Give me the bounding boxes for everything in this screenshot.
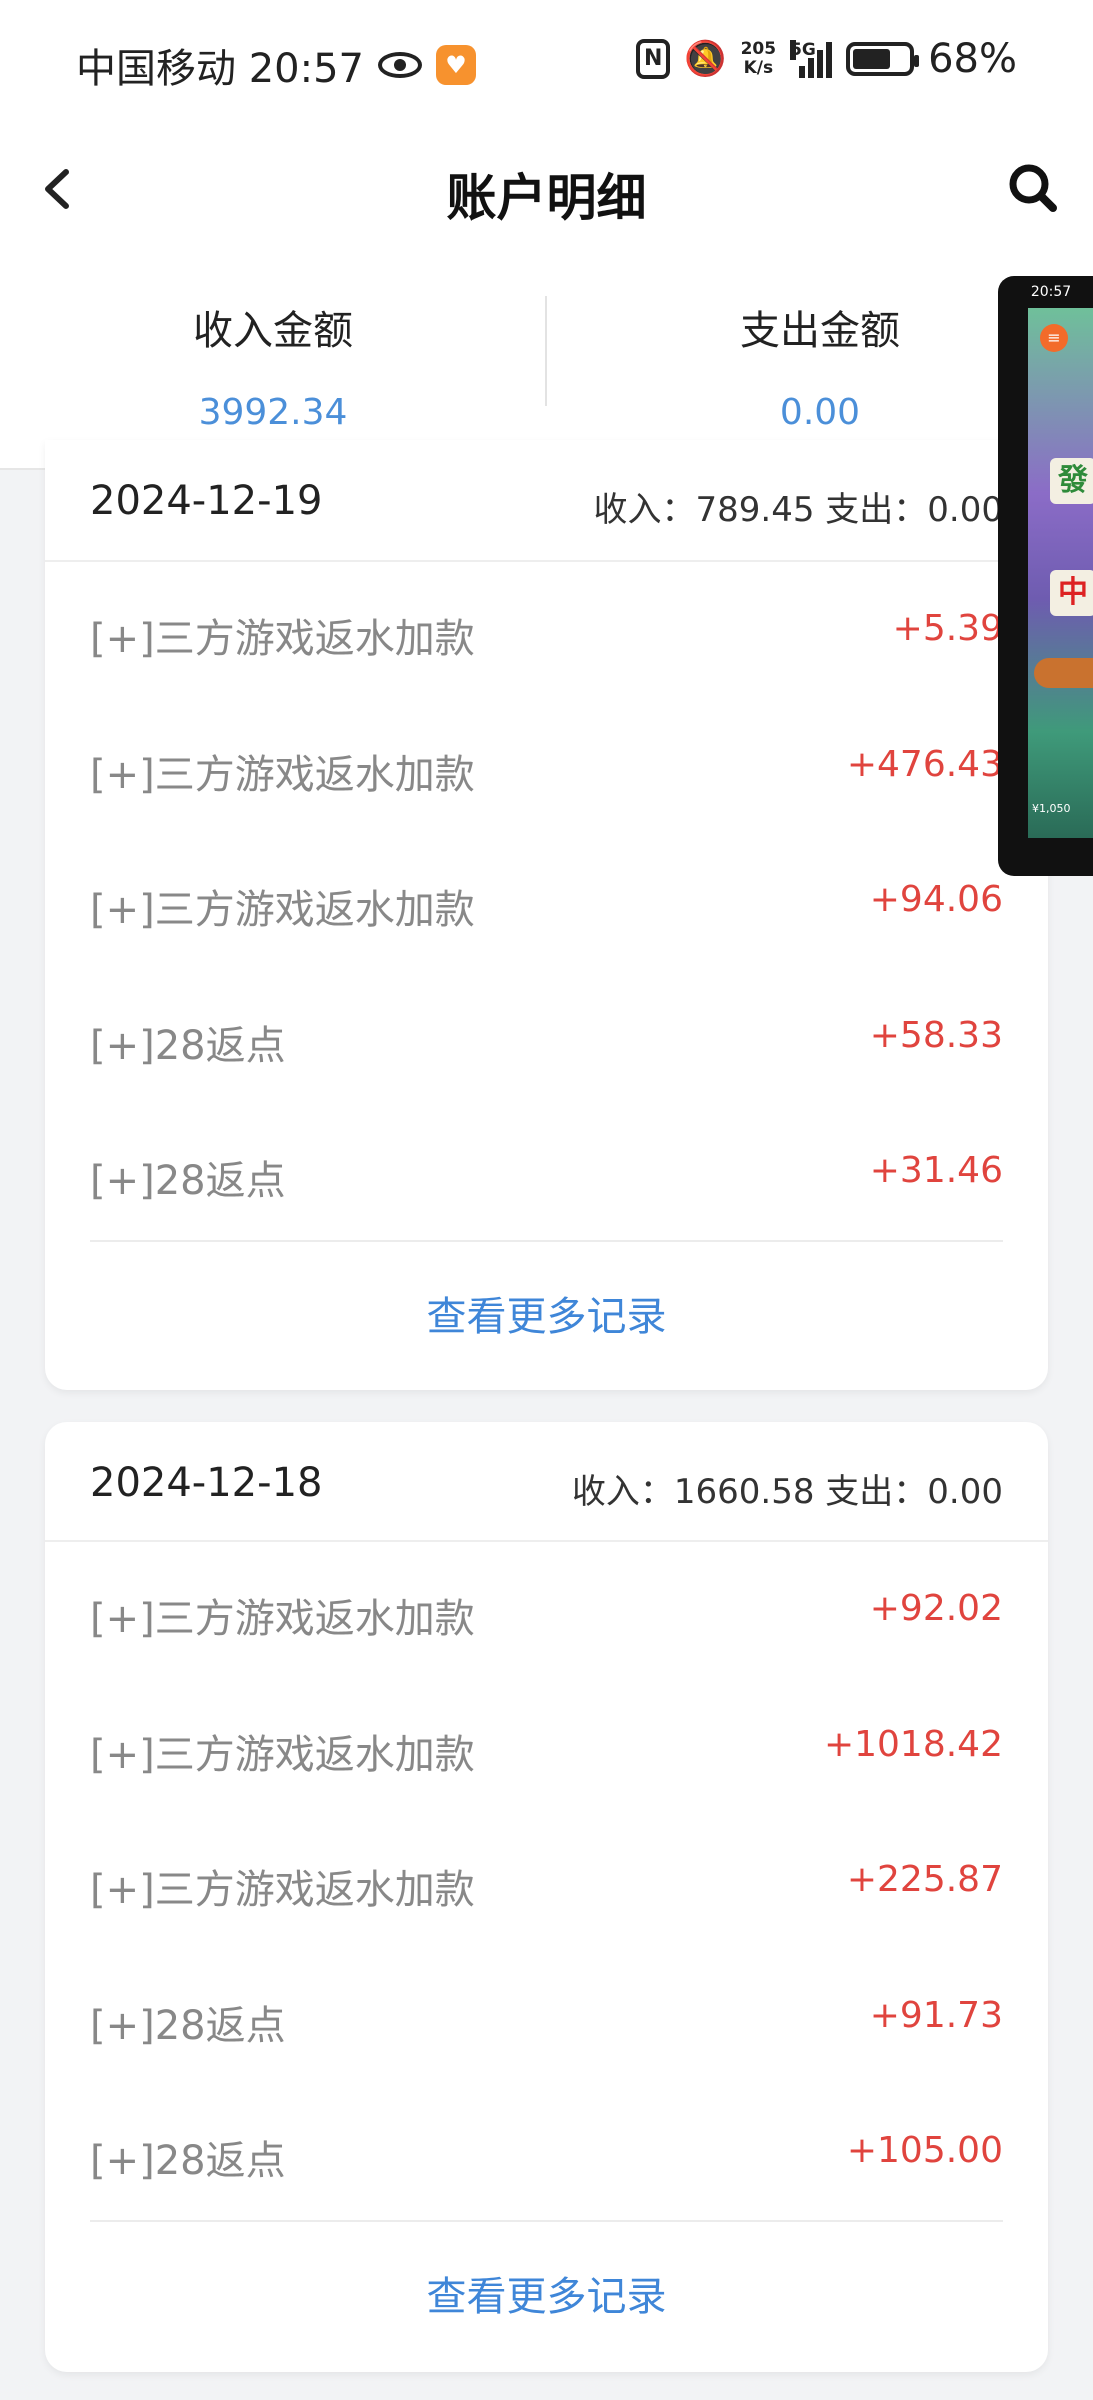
page-title: 账户明细 — [446, 169, 647, 227]
transaction-label: [+]三方游戏返水加款 — [90, 1867, 475, 1913]
income-summary: 收入金额 3992.34 — [0, 298, 546, 433]
transaction-row[interactable]: [+]三方游戏返水加款 +92.02 — [90, 1542, 1003, 1678]
transaction-row[interactable]: [+]28返点 +91.73 — [90, 1949, 1003, 2085]
transaction-amount: +58.33 — [869, 1014, 1003, 1056]
transaction-row[interactable]: [+]三方游戏返水加款 +225.87 — [90, 1813, 1003, 1949]
day-group-header: 2024-12-18 收入：1660.58 支出：0.00 — [45, 1422, 1048, 1542]
battery-fill — [853, 49, 890, 69]
transaction-label: [+]三方游戏返水加款 — [90, 751, 475, 798]
view-more-link[interactable]: 查看更多记录 — [45, 2222, 1048, 2372]
summary-panel: 收入金额 3992.34 支出金额 0.00 — [0, 248, 1093, 470]
group-stats: 收入：1660.58 支出：0.00 — [571, 1472, 1003, 1512]
eye-icon — [378, 52, 422, 78]
nav-bar: 账户明细 — [0, 130, 1093, 248]
transaction-label: [+]三方游戏返水加款 — [90, 887, 475, 933]
transaction-label: [+]28返点 — [90, 1022, 286, 1069]
group-date: 2024-12-19 — [90, 478, 323, 524]
signal-icon: 5G — [790, 40, 833, 78]
transaction-amount: +91.73 — [869, 1994, 1003, 2036]
transaction-row[interactable]: [+]28返点 +58.33 — [90, 969, 1003, 1105]
transaction-amount: +476.43 — [846, 743, 1003, 785]
day-group-header: 2024-12-19 收入：789.45 支出：0.00 — [45, 440, 1048, 562]
status-right: N 🔕 205 K/s 5G 68% — [636, 36, 1017, 82]
transaction-row[interactable]: [+]三方游戏返水加款 +5.39 — [90, 562, 1003, 698]
income-label: 收入金额 — [193, 308, 353, 354]
mahjong-tile: 發 — [1050, 458, 1093, 504]
day-group-card: 2024-12-18 收入：1660.58 支出：0.00 [+]三方游戏返水加… — [45, 1422, 1048, 2372]
transaction-row[interactable]: [+]28返点 +105.00 — [90, 2084, 1003, 2220]
transaction-label: [+]28返点 — [90, 1158, 286, 1204]
transaction-label: [+]28返点 — [90, 2138, 286, 2184]
transaction-row[interactable]: [+]三方游戏返水加款 +476.43 — [90, 698, 1003, 834]
status-left: 中国移动 20:57 ♥ — [76, 36, 476, 94]
group-stats: 收入：789.45 支出：0.00 — [593, 490, 1003, 530]
notification-app-icon: ♥ — [436, 45, 476, 85]
network-type: 5G — [790, 40, 816, 60]
transaction-amount: +92.02 — [869, 1588, 1003, 1629]
floating-window-time: 20:57 — [1030, 284, 1072, 300]
transaction-label: [+]三方游戏返水加款 — [90, 616, 475, 662]
transaction-row[interactable]: [+]三方游戏返水加款 +94.06 — [90, 833, 1003, 969]
transaction-amount: +94.06 — [869, 879, 1003, 920]
transaction-amount: +225.87 — [846, 1859, 1003, 1900]
carrier-time: 中国移动 20:57 — [76, 46, 364, 92]
floating-window-price: ¥1,050 — [1032, 802, 1071, 815]
menu-icon: ≡ — [1040, 324, 1068, 352]
floating-app-window[interactable]: 20:57 ≡ 發 中 ¥1,050 — [998, 276, 1093, 876]
transaction-amount: +5.39 — [892, 608, 1003, 649]
nfc-icon: N — [636, 39, 671, 79]
group-date: 2024-12-18 — [90, 1460, 323, 1506]
battery-percent: 68% — [928, 36, 1017, 82]
game-banner — [1034, 658, 1093, 688]
transaction-label: [+]28返点 — [90, 2002, 286, 2049]
transaction-amount: +31.46 — [869, 1150, 1003, 1191]
mute-bell-icon: 🔕 — [684, 39, 727, 79]
floating-window-screen: ≡ 發 中 ¥1,050 — [1028, 308, 1093, 838]
transaction-row[interactable]: [+]三方游戏返水加款 +1018.42 — [90, 1678, 1003, 1814]
transaction-row[interactable]: [+]28返点 +31.46 — [90, 1104, 1003, 1240]
transaction-amount: +105.00 — [846, 2130, 1003, 2171]
transaction-label: [+]三方游戏返水加款 — [90, 1731, 475, 1778]
day-group-card: 2024-12-19 收入：789.45 支出：0.00 [+]三方游戏返水加款… — [45, 440, 1048, 1390]
search-button[interactable] — [1001, 156, 1067, 222]
transaction-amount: +1018.42 — [823, 1723, 1003, 1765]
net-speed: 205 K/s — [740, 39, 777, 78]
battery-icon — [846, 42, 920, 76]
mahjong-tile: 中 — [1050, 570, 1093, 616]
view-more-link[interactable]: 查看更多记录 — [45, 1242, 1048, 1391]
income-value: 3992.34 — [198, 392, 348, 433]
transaction-label: [+]三方游戏返水加款 — [90, 1596, 475, 1642]
status-bar: 中国移动 20:57 ♥ N 🔕 205 K/s 5G 68% — [0, 0, 1093, 130]
search-icon — [1009, 164, 1057, 212]
